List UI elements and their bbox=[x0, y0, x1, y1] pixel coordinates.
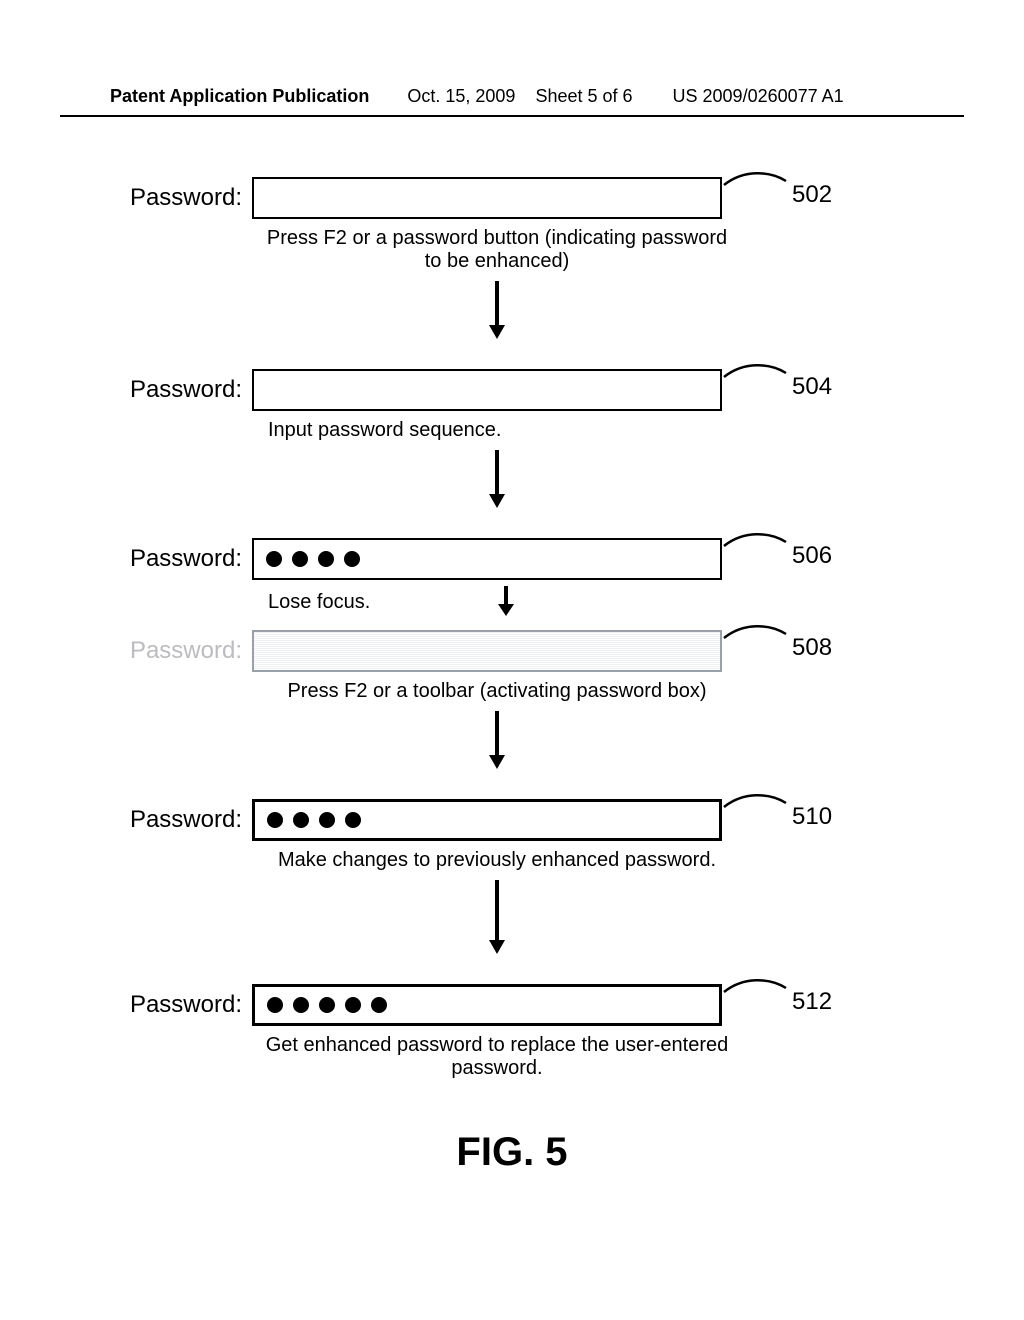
mask-dot-icon bbox=[292, 551, 308, 567]
caption-506: Lose focus. bbox=[262, 585, 370, 614]
ref-numeral-508: 508 bbox=[792, 634, 832, 662]
arrow-down-icon bbox=[485, 709, 509, 771]
ref-numeral-502: 502 bbox=[792, 181, 832, 209]
arrow-down-icon bbox=[485, 279, 509, 341]
password-box-506 bbox=[252, 538, 722, 580]
password-box-502 bbox=[252, 177, 722, 219]
callout-line-icon bbox=[722, 980, 792, 1030]
publication-date: Oct. 15, 2009 bbox=[407, 86, 515, 107]
mask-dot-icon bbox=[345, 812, 361, 828]
password-box-512 bbox=[252, 984, 722, 1026]
arrow-down-icon bbox=[494, 584, 518, 618]
callout-line-icon bbox=[722, 365, 792, 415]
caption-502: Press F2 or a password button (indicatin… bbox=[262, 227, 732, 273]
step-506: Password: 506 Lose focus. bbox=[102, 538, 922, 618]
step-508: Password: 508 Press F2 or a toolbar (act… bbox=[102, 630, 922, 771]
password-label: Password: bbox=[102, 991, 252, 1019]
sheet-number: Sheet 5 of 6 bbox=[535, 86, 632, 107]
caption-508: Press F2 or a toolbar (activating passwo… bbox=[262, 680, 732, 703]
publication-type: Patent Application Publication bbox=[110, 86, 369, 107]
arrow-down-icon bbox=[485, 878, 509, 956]
mask-dot-icon bbox=[293, 997, 309, 1013]
header-rule bbox=[60, 115, 964, 117]
callout-line-icon bbox=[722, 534, 792, 584]
flow-diagram: Password: 502 Press F2 or a password but… bbox=[102, 177, 922, 1175]
caption-504: Input password sequence. bbox=[262, 419, 732, 442]
page-header: Patent Application Publication Oct. 15, … bbox=[0, 0, 1024, 115]
mask-dot-icon bbox=[267, 997, 283, 1013]
mask-dot-icon bbox=[345, 997, 361, 1013]
mask-dot-icon bbox=[267, 812, 283, 828]
ref-numeral-510: 510 bbox=[792, 803, 832, 831]
callout-line-icon bbox=[722, 626, 792, 676]
ref-numeral-506: 506 bbox=[792, 542, 832, 570]
figure-title: FIG. 5 bbox=[102, 1130, 922, 1175]
callout-line-icon bbox=[722, 173, 792, 223]
password-label-faded: Password: bbox=[102, 637, 252, 665]
caption-510: Make changes to previously enhanced pass… bbox=[262, 849, 732, 872]
password-label: Password: bbox=[102, 806, 252, 834]
step-510: Password: 510 Make changes to previously… bbox=[102, 799, 922, 956]
password-box-510 bbox=[252, 799, 722, 841]
publication-number: US 2009/0260077 A1 bbox=[673, 86, 844, 107]
mask-dot-icon bbox=[371, 997, 387, 1013]
arrow-down-icon bbox=[485, 448, 509, 510]
mask-dot-icon bbox=[344, 551, 360, 567]
mask-dot-icon bbox=[266, 551, 282, 567]
password-label: Password: bbox=[102, 545, 252, 573]
step-512: Password: 512 Get enhanced password to r… bbox=[102, 984, 922, 1080]
mask-dot-icon bbox=[318, 551, 334, 567]
step-504: Password: 504 Input password sequence. bbox=[102, 369, 922, 510]
caption-512: Get enhanced password to replace the use… bbox=[262, 1034, 732, 1080]
mask-dot-icon bbox=[319, 812, 335, 828]
step-502: Password: 502 Press F2 or a password but… bbox=[102, 177, 922, 341]
password-box-504 bbox=[252, 369, 722, 411]
password-label: Password: bbox=[102, 376, 252, 404]
callout-line-icon bbox=[722, 795, 792, 845]
ref-numeral-512: 512 bbox=[792, 988, 832, 1016]
mask-dot-icon bbox=[293, 812, 309, 828]
password-box-508 bbox=[252, 630, 722, 672]
mask-dot-icon bbox=[319, 997, 335, 1013]
ref-numeral-504: 504 bbox=[792, 373, 832, 401]
password-label: Password: bbox=[102, 184, 252, 212]
